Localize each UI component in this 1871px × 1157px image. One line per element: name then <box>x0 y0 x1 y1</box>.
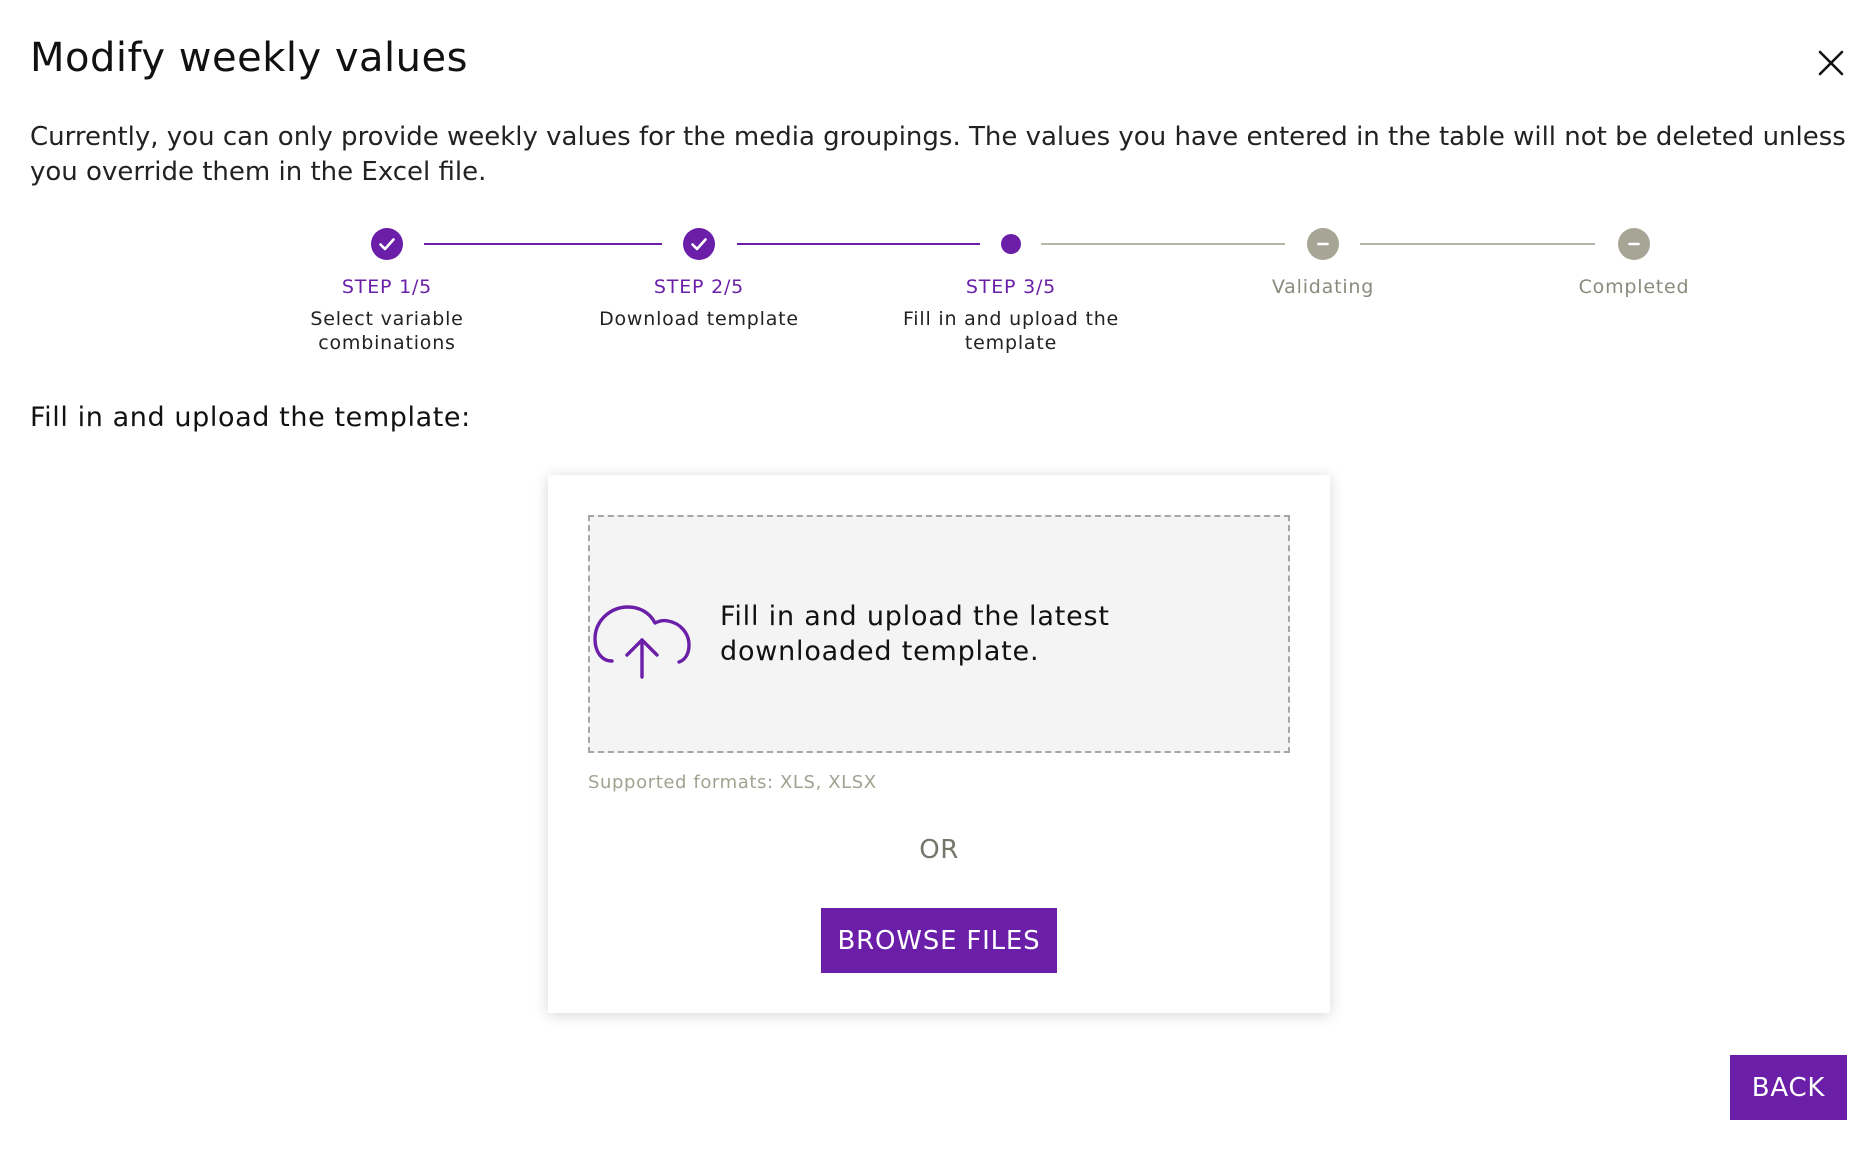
pending-step-icon <box>1306 227 1340 261</box>
check-icon <box>682 227 716 261</box>
step-1: STEP 1/5 Select variable combinations <box>257 225 517 355</box>
step-label: Validating <box>1271 276 1375 298</box>
cloud-upload-icon <box>593 605 691 679</box>
dropzone-instructions: Fill in and upload the latest downloaded… <box>720 601 1110 667</box>
step-description: Download template <box>599 308 799 330</box>
file-dropzone[interactable]: Fill in and upload the latest downloaded… <box>588 515 1290 753</box>
dialog-description: Currently, you can only provide weekly v… <box>30 122 1846 187</box>
step-3: STEP 3/5 Fill in and upload the template <box>881 225 1141 355</box>
close-button[interactable] <box>1808 40 1854 86</box>
upload-card: Fill in and upload the latest downloaded… <box>548 475 1330 1013</box>
supported-formats-hint: Supported formats: XLS, XLSX <box>588 772 877 793</box>
or-divider: OR <box>919 835 959 865</box>
check-icon <box>370 227 404 261</box>
step-description: Select variable combinations <box>310 308 464 354</box>
browse-files-button[interactable]: BROWSE FILES <box>821 908 1057 973</box>
pending-step-icon <box>1617 227 1651 261</box>
dialog-title: Modify weekly values <box>30 35 468 81</box>
progress-stepper: STEP 1/5 Select variable combinations ST… <box>0 225 1871 365</box>
upload-section-heading: Fill in and upload the template: <box>30 402 471 433</box>
current-step-dot-icon <box>994 227 1028 261</box>
step-label: STEP 1/5 <box>341 276 433 298</box>
step-label: STEP 2/5 <box>653 276 745 298</box>
step-label: STEP 3/5 <box>965 276 1057 298</box>
step-label: Completed <box>1578 276 1690 298</box>
step-4: Validating <box>1193 225 1453 299</box>
step-5: Completed <box>1504 225 1764 299</box>
back-button[interactable]: BACK <box>1730 1055 1847 1120</box>
step-description: Fill in and upload the template <box>902 308 1120 354</box>
step-2: STEP 2/5 Download template <box>569 225 829 331</box>
close-icon <box>1818 50 1844 76</box>
